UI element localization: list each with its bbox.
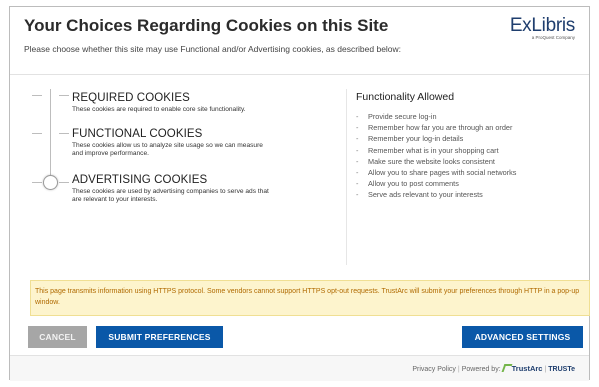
list-item: - Remember how far you are through an ord… xyxy=(356,123,513,133)
list-item: - Serve ads relevant to your interests xyxy=(356,190,483,200)
slider-tick-left-1 xyxy=(32,95,42,96)
level-title: REQUIRED COOKIES xyxy=(72,92,190,104)
list-item: - Allow you to post comments xyxy=(356,179,459,189)
submit-preferences-button[interactable]: SUBMIT PREFERENCES xyxy=(96,326,223,348)
advanced-settings-button[interactable]: ADVANCED SETTINGS xyxy=(462,326,583,348)
level-functional[interactable]: FUNCTIONAL COOKIES These cookies allow u… xyxy=(72,128,272,158)
privacy-policy-link[interactable]: Privacy Policy xyxy=(412,366,456,373)
https-notice: This page transmits information using HT… xyxy=(30,280,590,316)
exlibris-logo: ExLibris a ProQuest Company xyxy=(501,15,575,40)
level-title: FUNCTIONAL COOKIES xyxy=(72,128,203,140)
level-required[interactable]: REQUIRED COOKIES These cookies are requi… xyxy=(72,92,272,114)
dialog-subtitle: Please choose whether this site may use … xyxy=(24,44,402,54)
level-advertising[interactable]: ADVERTISING COOKIES These cookies are us… xyxy=(72,174,272,204)
cookie-level-slider-handle[interactable] xyxy=(43,175,58,190)
column-divider xyxy=(346,89,347,265)
functionality-heading: Functionality Allowed xyxy=(356,91,455,103)
trustarc-logo[interactable]: TrustArc xyxy=(512,364,543,373)
slider-tick-right-1 xyxy=(59,95,69,96)
level-title: ADVERTISING COOKIES xyxy=(72,174,208,186)
slider-tick-left-2 xyxy=(32,133,42,134)
truste-logo[interactable]: TRUSTe xyxy=(548,366,575,373)
slider-tick-left-3 xyxy=(32,182,42,183)
dialog-title: Your Choices Regarding Cookies on this S… xyxy=(24,16,389,35)
powered-by-label: Powered by: xyxy=(461,366,501,373)
level-description: These cookies are required to enable cor… xyxy=(72,106,246,113)
list-item: - Provide secure log-in xyxy=(356,112,437,121)
slider-tick-right-3 xyxy=(59,182,69,183)
level-description: These cookies are used by advertising co… xyxy=(72,188,269,203)
slider-tick-right-2 xyxy=(59,133,69,134)
footer-text: Privacy Policy | Powered by: TrustArc | TRUS… xyxy=(412,364,575,373)
cookie-preferences-dialog: Your Choices Regarding Cookies on this S… xyxy=(9,6,590,381)
cancel-button[interactable]: CANCEL xyxy=(28,326,87,348)
list-item: - Allow you to share pages with social ne… xyxy=(356,167,517,177)
dialog-header: Your Choices Regarding Cookies on this S… xyxy=(10,7,589,75)
list-item: - Remember what is in your shopping cart xyxy=(356,145,499,155)
functionality-list: - Provide secure log-in - Remember how far… xyxy=(356,111,516,201)
cookie-level-slider-track[interactable] xyxy=(50,89,51,189)
trustarc-logo-icon xyxy=(501,364,513,372)
level-description: These cookies allow us to analyze site u… xyxy=(72,142,263,157)
logo-name: ExLibris xyxy=(509,15,575,36)
list-item: - Remember your log-in details xyxy=(356,134,464,144)
dialog-footer: Privacy Policy | Powered by: TrustArc | TRUS… xyxy=(10,355,589,381)
list-item: - Make sure the website looks consistent xyxy=(356,156,495,166)
